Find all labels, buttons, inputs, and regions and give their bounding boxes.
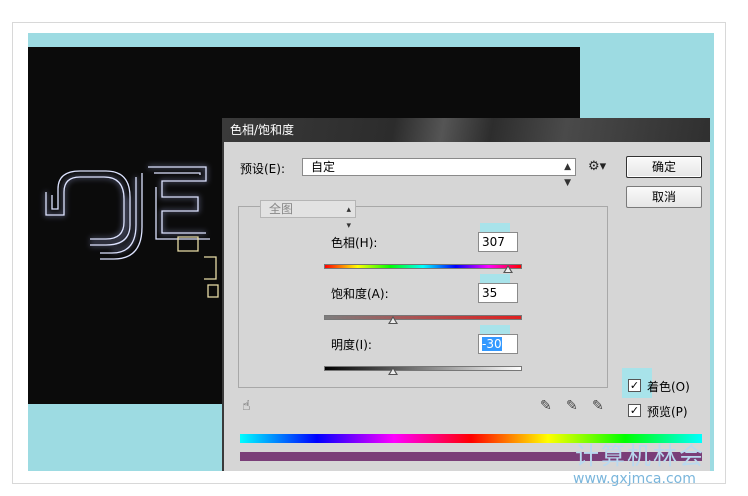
watermark-title: 计算机林会 (575, 442, 705, 470)
channel-value: 全图 (269, 202, 294, 216)
channel-select[interactable]: 全图 ▴ ▾ (260, 200, 356, 231)
preview-label: 预览(P) (647, 405, 688, 419)
hue-value: 307 (482, 235, 505, 249)
adjustment-group (238, 206, 608, 388)
hue-slider-thumb[interactable] (502, 265, 513, 273)
preview-checkbox[interactable]: ✓ (628, 404, 641, 417)
updown-arrows-icon: ▲ ▼ (564, 162, 571, 188)
hue-input[interactable]: 307 (478, 232, 518, 252)
lightness-slider[interactable] (324, 366, 522, 371)
hue-label: 色相(H): (331, 236, 378, 250)
hue-saturation-dialog: 色相/饱和度 预设(E): 自定 ▲ ▼ ⚙▾ 确定 取消 全图 ▴ ▾ 色相(H)… (222, 118, 710, 471)
dialog-title[interactable]: 色相/饱和度 (224, 118, 710, 142)
colorize-label: 着色(O) (647, 380, 690, 394)
preset-value: 自定 (311, 160, 336, 174)
lightness-input[interactable]: -30 (478, 334, 518, 354)
lightness-value: -30 (482, 337, 502, 351)
lightness-slider-thumb[interactable] (388, 367, 399, 375)
eyedropper-icon[interactable]: ✎ (540, 398, 552, 414)
ok-button[interactable]: 确定 (626, 156, 702, 178)
hue-slider[interactable] (324, 264, 522, 269)
saturation-slider[interactable] (324, 315, 522, 320)
gear-icon[interactable]: ⚙▾ (588, 159, 606, 174)
colorize-checkbox[interactable]: ✓ (628, 379, 641, 392)
eyedropper-minus-icon[interactable]: ✎ (592, 398, 604, 414)
saturation-input[interactable]: 35 (478, 283, 518, 303)
updown-arrows-icon: ▴ ▾ (346, 205, 351, 231)
eyedropper-plus-icon[interactable]: ✎ (566, 398, 578, 414)
cancel-button[interactable]: 取消 (626, 186, 702, 208)
lightness-label: 明度(I): (331, 338, 372, 352)
saturation-slider-thumb[interactable] (388, 316, 399, 324)
saturation-label: 饱和度(A): (331, 287, 389, 301)
preset-select[interactable]: 自定 ▲ ▼ (302, 158, 576, 188)
checkmark-icon: ✓ (629, 379, 640, 392)
checkmark-icon: ✓ (629, 404, 640, 417)
watermark-url: www.gxjmca.com (573, 471, 696, 487)
hand-adjust-icon[interactable]: ☝ (242, 398, 251, 414)
preset-label: 预设(E): (240, 162, 285, 176)
saturation-value: 35 (482, 286, 498, 300)
